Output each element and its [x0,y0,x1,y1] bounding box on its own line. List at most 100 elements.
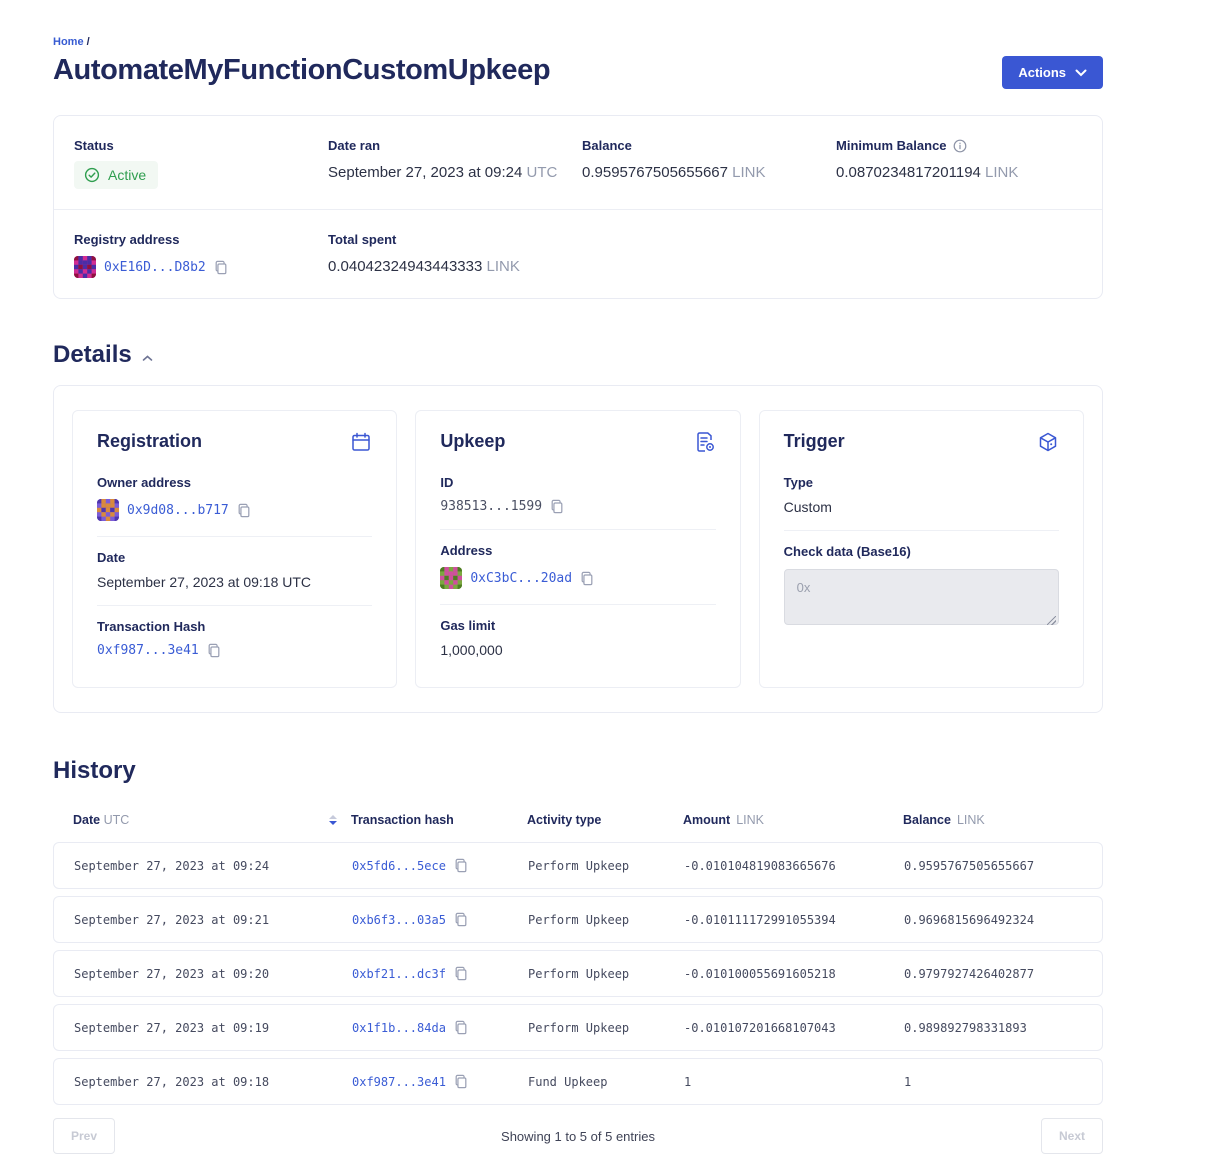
copy-icon[interactable] [550,499,564,514]
total-spent-block: Total spent 0.04042324943443333 LINK [328,232,582,278]
details-container: Registration Owner address 0x9d08...b717… [53,385,1103,713]
date-unit-label: UTC [104,813,130,827]
balance-value: 0.9595767505655667 LINK [582,164,836,181]
copy-icon[interactable] [454,1074,468,1089]
collapse-chevron-up-icon[interactable] [142,355,153,362]
min-balance-label: Minimum Balance [836,138,1082,153]
owner-identicon [97,499,119,521]
copy-icon[interactable] [454,858,468,873]
copy-icon[interactable] [214,260,228,275]
status-label: Status [74,138,328,153]
min-balance-block: Minimum Balance 0.0870234817201194 LINK [836,138,1082,189]
registration-tx-link[interactable]: 0xf987...3e41 [97,643,199,658]
min-balance-unit: LINK [985,164,1018,181]
upkeep-address-label: Address [440,543,715,558]
row-balance: 1 [904,1075,1082,1089]
owner-address-link[interactable]: 0x9d08...b717 [127,503,229,518]
total-spent-label: Total spent [328,232,582,247]
cube-icon [1037,431,1059,458]
status-block: Status Active [74,138,328,189]
copy-icon[interactable] [237,503,251,518]
table-row: September 27, 2023 at 09:240x5fd6...5ece… [53,842,1103,889]
upkeep-address-link[interactable]: 0xC3bC...20ad [470,571,572,586]
breadcrumb-separator: / [87,36,90,48]
overview-card: Status Active Date ran September 27, 202… [53,115,1103,299]
row-amount: -0.010104819083665676 [684,859,904,873]
transaction-hash-link[interactable]: 0x1f1b...84da [352,1021,446,1035]
row-date: September 27, 2023 at 09:21 [74,913,352,927]
transaction-hash-link[interactable]: 0xf987...3e41 [352,1075,446,1089]
table-row: September 27, 2023 at 09:180xf987...3e41… [53,1058,1103,1105]
trigger-card: Trigger Type Custom Check data (Base16) [759,410,1084,688]
row-hash: 0xb6f3...03a5 [352,912,528,927]
balance-unit: LINK [732,164,765,181]
upkeep-address-identicon [440,567,462,589]
balance-label: Balance [582,138,836,153]
transaction-hash-link[interactable]: 0x5fd6...5ece [352,859,446,873]
upkeep-card: Upkeep ID 938513...1599 Address 0xC3bC..… [415,410,740,688]
gas-limit-value: 1,000,000 [440,642,715,658]
info-icon[interactable] [953,139,967,153]
row-date: September 27, 2023 at 09:19 [74,1021,352,1035]
history-table-header: Date UTC Transaction hash Activity type … [53,785,1103,842]
check-data-label: Check data (Base16) [784,544,1059,559]
sort-icon[interactable] [329,815,337,825]
breadcrumb-home-link[interactable]: Home [53,36,84,48]
table-row: September 27, 2023 at 09:210xb6f3...03a5… [53,896,1103,943]
actions-button[interactable]: Actions [1002,56,1103,89]
upkeep-id-row: ID 938513...1599 [440,462,715,530]
registry-address-link[interactable]: 0xE16D...D8b2 [104,260,206,275]
row-activity: Perform Upkeep [528,859,684,873]
copy-icon[interactable] [207,643,221,658]
column-header-balance: Balance LINK [903,813,1083,827]
page: Home/ AutomateMyFunctionCustomUpkeep Act… [53,36,1103,1154]
prev-button[interactable]: Prev [53,1118,115,1154]
upkeep-id-label: ID [440,475,715,490]
total-spent-unit: LINK [487,258,520,275]
chevron-down-icon [1075,69,1087,77]
transaction-hash-link[interactable]: 0xbf21...dc3f [352,967,446,981]
copy-icon[interactable] [580,571,594,586]
trigger-type-label: Type [784,475,1059,490]
details-section-header: Details [53,341,1103,369]
copy-icon[interactable] [454,912,468,927]
status-value: Active [108,167,146,183]
trigger-type-value: Custom [784,499,1059,515]
row-date: September 27, 2023 at 09:24 [74,859,352,873]
date-ran-timezone: UTC [526,164,557,181]
registration-date-value: September 27, 2023 at 09:18 UTC [97,574,372,590]
row-amount: -0.010111172991055394 [684,913,904,927]
row-date: September 27, 2023 at 09:18 [74,1075,352,1089]
min-balance-value: 0.0870234817201194 LINK [836,164,1082,181]
column-header-activity: Activity type [527,813,683,827]
next-button[interactable]: Next [1041,1118,1103,1154]
owner-address-row: Owner address 0x9d08...b717 [97,462,372,537]
row-amount: 1 [684,1075,904,1089]
upkeep-id-value: 938513...1599 [440,499,542,514]
copy-icon[interactable] [454,1020,468,1035]
copy-icon[interactable] [454,966,468,981]
gas-limit-label: Gas limit [440,618,715,633]
amount-unit-label: LINK [736,813,764,827]
gas-limit-row: Gas limit 1,000,000 [440,605,715,673]
details-heading: Details [53,341,132,369]
registry-address-label: Registry address [74,232,328,247]
column-header-date[interactable]: Date UTC [73,813,351,827]
table-row: September 27, 2023 at 09:200xbf21...dc3f… [53,950,1103,997]
registration-date-row: Date September 27, 2023 at 09:18 UTC [97,537,372,606]
calendar-icon [350,431,372,458]
page-title: AutomateMyFunctionCustomUpkeep [53,54,550,87]
total-spent-value: 0.04042324943443333 LINK [328,258,582,275]
transaction-hash-link[interactable]: 0xb6f3...03a5 [352,913,446,927]
registration-card: Registration Owner address 0x9d08...b717… [72,410,397,688]
transaction-hash-row: Transaction Hash 0xf987...3e41 [97,606,372,673]
row-activity: Perform Upkeep [528,967,684,981]
overview-row-1: Status Active Date ran September 27, 202… [54,116,1102,209]
column-header-hash: Transaction hash [351,813,527,827]
page-header: AutomateMyFunctionCustomUpkeep Actions [53,54,1103,89]
check-data-textarea[interactable] [784,569,1059,625]
check-data-row: Check data (Base16) [784,531,1059,645]
status-badge: Active [74,161,158,189]
history-rows: September 27, 2023 at 09:240x5fd6...5ece… [53,842,1103,1105]
row-date: September 27, 2023 at 09:20 [74,967,352,981]
